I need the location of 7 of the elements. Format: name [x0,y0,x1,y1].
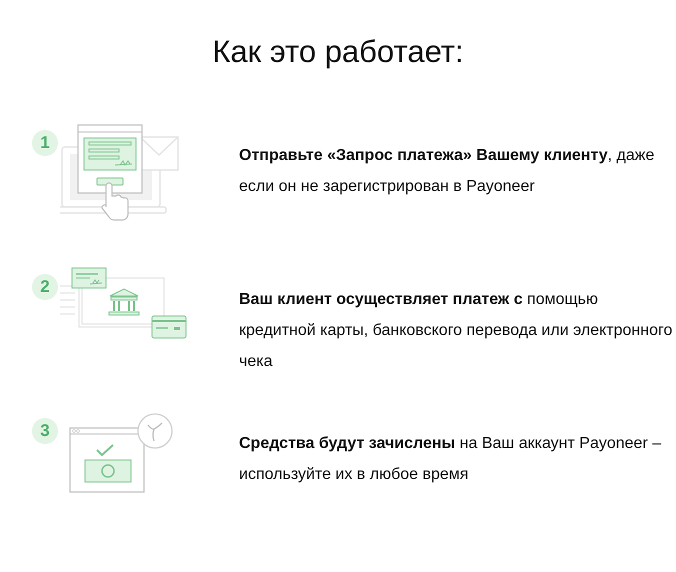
step-description: Отправьте «Запрос платежа» Вашему клиенту, даже если он не зарегистрирован в Payoneer [239,146,656,197]
step-description: Ваш клиент осуществляет платеж с помощью кредитной карты, банковского перевода или электронного чека [239,290,674,372]
page-title: Как это работает: [211,33,465,71]
step-number: 1 [32,130,58,156]
step-description: Средства будут зачислены на Ваш аккаунт Payoneer – используйте их в любое время [239,434,662,485]
step-number: 3 [32,418,58,444]
step-number: 2 [32,274,58,300]
